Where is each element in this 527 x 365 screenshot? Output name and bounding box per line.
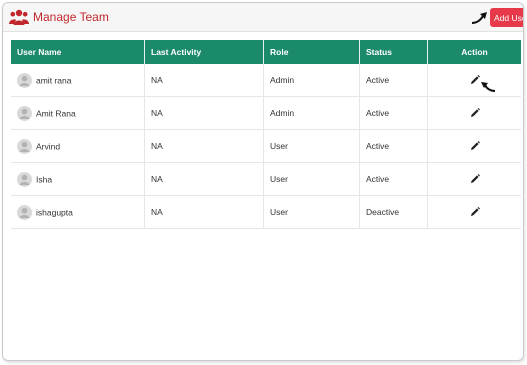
team-table: User Name Last Activity Role Status Acti… xyxy=(11,40,521,229)
pencil-edit-icon[interactable] xyxy=(470,108,480,118)
panel-header: Manage Team Add User xyxy=(3,3,523,32)
page-title: Manage Team xyxy=(33,10,109,24)
status-cell: Active xyxy=(359,162,428,196)
status-cell: Active xyxy=(359,96,428,130)
last-activity-cell: NA xyxy=(144,64,264,97)
role-cell: Admin xyxy=(263,96,360,130)
user-name: ishagupta xyxy=(36,207,73,217)
last-activity-cell: NA xyxy=(144,96,264,130)
user-name: Isha xyxy=(36,174,53,184)
users-group-icon xyxy=(9,9,29,25)
curved-arrow-icon xyxy=(471,12,487,24)
column-header-action: Action xyxy=(427,40,521,64)
role-cell: User xyxy=(263,129,360,163)
role-cell: User xyxy=(263,162,360,196)
avatar xyxy=(17,138,32,154)
table-row: Amit Rana NA Admin Active xyxy=(11,96,521,130)
user-name: Amit Rana xyxy=(36,108,76,118)
add-user-button[interactable]: Add User xyxy=(490,8,523,27)
table-row: Isha NA User Active xyxy=(11,162,521,196)
column-header-role[interactable]: Role xyxy=(263,40,360,64)
user-name-cell: ishagupta xyxy=(11,195,145,229)
pencil-edit-icon[interactable] xyxy=(470,141,480,151)
avatar xyxy=(17,204,32,220)
action-cell xyxy=(427,162,521,196)
avatar xyxy=(17,72,32,88)
column-header-status[interactable]: Status xyxy=(359,40,428,64)
role-cell: User xyxy=(263,195,360,229)
manage-team-panel: Manage Team Add User User Name Last Acti… xyxy=(2,2,524,361)
status-cell: Active xyxy=(359,64,428,97)
column-header-user-name[interactable]: User Name xyxy=(11,40,145,64)
user-name: amit rana xyxy=(36,75,72,85)
avatar xyxy=(17,105,32,121)
action-cell xyxy=(427,96,521,130)
table-row: ishagupta NA User Deactive xyxy=(11,195,521,229)
last-activity-cell: NA xyxy=(144,195,264,229)
user-name-cell: amit rana xyxy=(11,64,145,97)
status-cell: Active xyxy=(359,129,428,163)
avatar xyxy=(17,171,32,187)
user-name-cell: Arvind xyxy=(11,129,145,163)
status-cell: Deactive xyxy=(359,195,428,229)
user-name: Arvind xyxy=(36,141,61,151)
last-activity-cell: NA xyxy=(144,162,264,196)
pencil-edit-icon[interactable] xyxy=(470,207,480,217)
action-cell xyxy=(427,129,521,163)
action-cell xyxy=(427,195,521,229)
role-cell: Admin xyxy=(263,64,360,97)
user-name-cell: Isha xyxy=(11,162,145,196)
action-cell xyxy=(427,64,521,97)
table-header-row: User Name Last Activity Role Status Acti… xyxy=(11,40,521,64)
last-activity-cell: NA xyxy=(144,129,264,163)
user-name-cell: Amit Rana xyxy=(11,96,145,130)
pencil-edit-icon[interactable] xyxy=(470,75,480,85)
pencil-edit-icon[interactable] xyxy=(470,174,480,184)
column-header-last-activity[interactable]: Last Activity xyxy=(144,40,264,64)
table-row: amit rana NA Admin Active xyxy=(11,64,521,97)
table-row: Arvind NA User Active xyxy=(11,129,521,163)
